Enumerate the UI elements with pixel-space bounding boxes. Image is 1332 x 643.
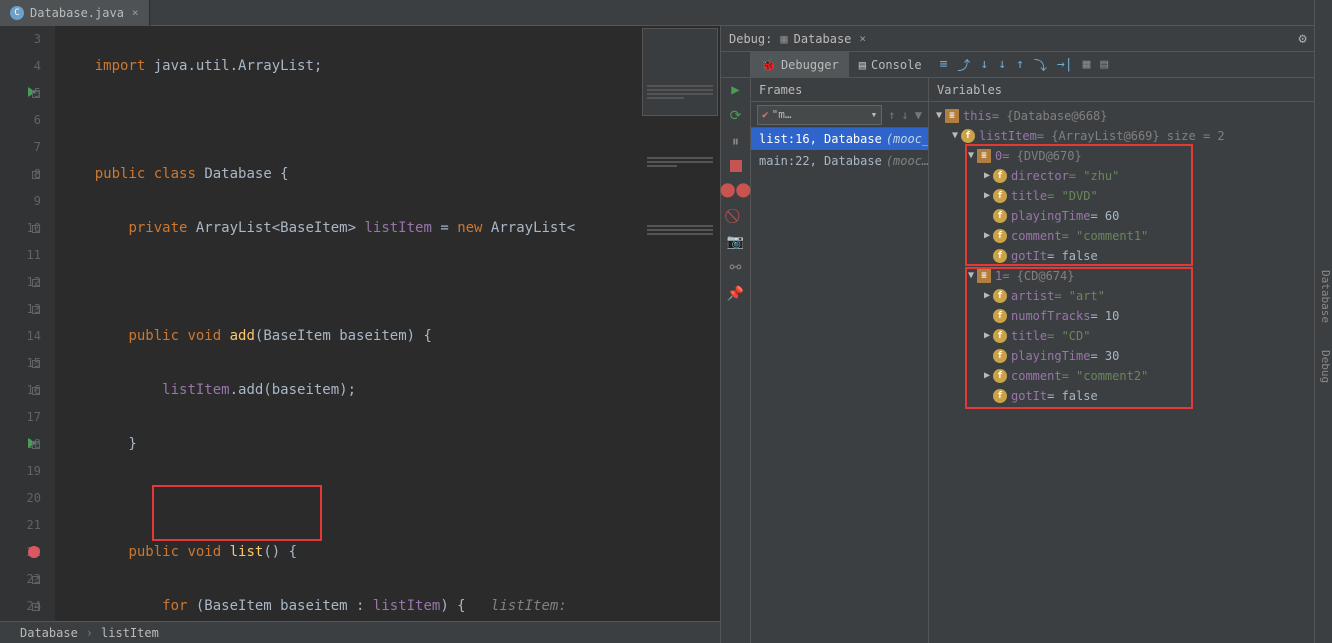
pause-icon[interactable]: ⏸ <box>732 134 739 150</box>
debug-body: ▶ ⟳ ⏸ ⬤⬤ ⃠ 📷 ⚯ 📌 Frames ✔"m…▾ ↑ ↓ ▼ <box>721 78 1332 643</box>
camera-icon[interactable]: 📷 <box>727 234 744 250</box>
bug-icon: 🐞 <box>761 58 776 72</box>
more-icon[interactable]: ▤ <box>1100 57 1108 72</box>
stack-frame[interactable]: main:22, Database (mooc… <box>751 150 928 172</box>
filter-icon[interactable]: ▼ <box>915 108 922 122</box>
object-icon: ≡ <box>945 109 959 123</box>
editor-tabs: C Database.java × <box>0 0 1332 26</box>
object-icon: ≡ <box>977 149 991 163</box>
right-tool-stripe[interactable]: Database Debug <box>1314 78 1332 643</box>
next-frame-icon[interactable]: ↓ <box>902 108 909 122</box>
breakpoint-icon[interactable] <box>28 546 40 558</box>
field-icon: f <box>993 309 1007 323</box>
code-area: 34 5− 67 8− 910−11 12− 13−1415− 16− 17 1… <box>0 26 720 621</box>
pin-icon[interactable]: 📌 <box>727 286 744 302</box>
variables-title: Variables <box>929 78 1332 102</box>
file-tab[interactable]: C Database.java × <box>0 0 150 26</box>
close-icon[interactable]: × <box>859 32 866 45</box>
step-into-icon[interactable]: ↓ <box>980 57 988 72</box>
debug-header: Debug: ▦ Database × ⚙ — <box>721 26 1332 52</box>
console-tab[interactable]: ▤Console <box>849 52 932 77</box>
code-editor[interactable]: import java.util.ArrayList; public class… <box>55 26 720 621</box>
stop-icon[interactable] <box>730 160 742 172</box>
evaluate-icon[interactable]: ▦ <box>1083 57 1091 72</box>
breakpoints-icon[interactable]: ⬤⬤ <box>720 182 751 198</box>
object-icon: ≡ <box>977 269 991 283</box>
breadcrumb-item[interactable]: Database <box>20 626 78 640</box>
debug-toolbar: 🐞Debugger ▤Console ≡ ⤴ ↓ ↓ ↑ ⤵ →| ▦ ▤ ▥ <box>721 52 1332 78</box>
field-icon: f <box>993 349 1007 363</box>
field-icon: f <box>993 329 1007 343</box>
resume-icon[interactable]: ▶ <box>731 82 739 98</box>
prev-frame-icon[interactable]: ↑ <box>888 108 895 122</box>
application-icon: ▦ <box>780 32 787 46</box>
run-to-cursor-icon[interactable]: →| <box>1057 57 1073 72</box>
drop-frame-icon[interactable]: ⤵ <box>1034 55 1047 74</box>
gear-icon[interactable]: ⚙ <box>1298 31 1306 47</box>
frames-toolbar: ✔"m…▾ ↑ ↓ ▼ <box>751 102 928 128</box>
field-icon: f <box>993 249 1007 263</box>
minimap[interactable] <box>642 28 718 116</box>
step-icon[interactable]: ≡ <box>940 57 948 72</box>
debug-config-tab[interactable]: ▦ Database × <box>780 32 866 46</box>
file-tab-label: Database.java <box>30 6 124 20</box>
frames-list[interactable]: list:16, Database (mooc_j… main:22, Data… <box>751 128 928 643</box>
main-split: 34 5− 67 8− 910−11 12− 13−1415− 16− 17 1… <box>0 26 1332 643</box>
class-icon: C <box>10 6 24 20</box>
gutter[interactable]: 34 5− 67 8− 910−11 12− 13−1415− 16− 17 1… <box>0 26 55 621</box>
debugger-tab[interactable]: 🐞Debugger <box>751 52 849 77</box>
side-tab[interactable]: Database <box>1319 270 1332 323</box>
breadcrumb-item[interactable]: listItem <box>101 626 159 640</box>
settings-icon[interactable]: ⚯ <box>730 260 742 276</box>
step-over-icon[interactable]: ⤴ <box>957 55 970 74</box>
field-icon: f <box>993 389 1007 403</box>
thread-selector[interactable]: ✔"m…▾ <box>757 105 882 125</box>
side-tab[interactable]: Debug <box>1319 350 1332 383</box>
field-icon: f <box>993 189 1007 203</box>
frames-pane: Frames ✔"m…▾ ↑ ↓ ▼ list:16, Database (mo… <box>751 78 929 643</box>
step-out-icon[interactable]: ↑ <box>1016 57 1024 72</box>
force-step-icon[interactable]: ↓ <box>998 57 1006 72</box>
variables-tree[interactable]: ▼≡this = {Database@668} ▼flistItem = {Ar… <box>929 102 1332 643</box>
field-icon: f <box>993 289 1007 303</box>
field-icon: f <box>961 129 975 143</box>
close-icon[interactable]: × <box>132 6 139 19</box>
variables-pane: Variables ▼≡this = {Database@668} ▼flist… <box>929 78 1332 643</box>
frames-title: Frames <box>751 78 928 102</box>
debug-panel: Debug: ▦ Database × ⚙ — 🐞Debugger ▤Conso… <box>720 26 1332 643</box>
chevron-right-icon: › <box>86 626 93 640</box>
field-icon: f <box>993 209 1007 223</box>
debug-label: Debug: <box>729 32 772 46</box>
field-icon: f <box>993 229 1007 243</box>
breadcrumb[interactable]: Database › listItem <box>0 621 720 643</box>
stack-frame[interactable]: list:16, Database (mooc_j… <box>751 128 928 150</box>
editor-pane: 34 5− 67 8− 910−11 12− 13−1415− 16− 17 1… <box>0 26 720 643</box>
rerun-icon[interactable]: ⟳ <box>730 108 742 124</box>
field-icon: f <box>993 369 1007 383</box>
console-icon: ▤ <box>859 58 866 72</box>
field-icon: f <box>993 169 1007 183</box>
debug-sidebar: ▶ ⟳ ⏸ ⬤⬤ ⃠ 📷 ⚯ 📌 <box>721 78 751 643</box>
